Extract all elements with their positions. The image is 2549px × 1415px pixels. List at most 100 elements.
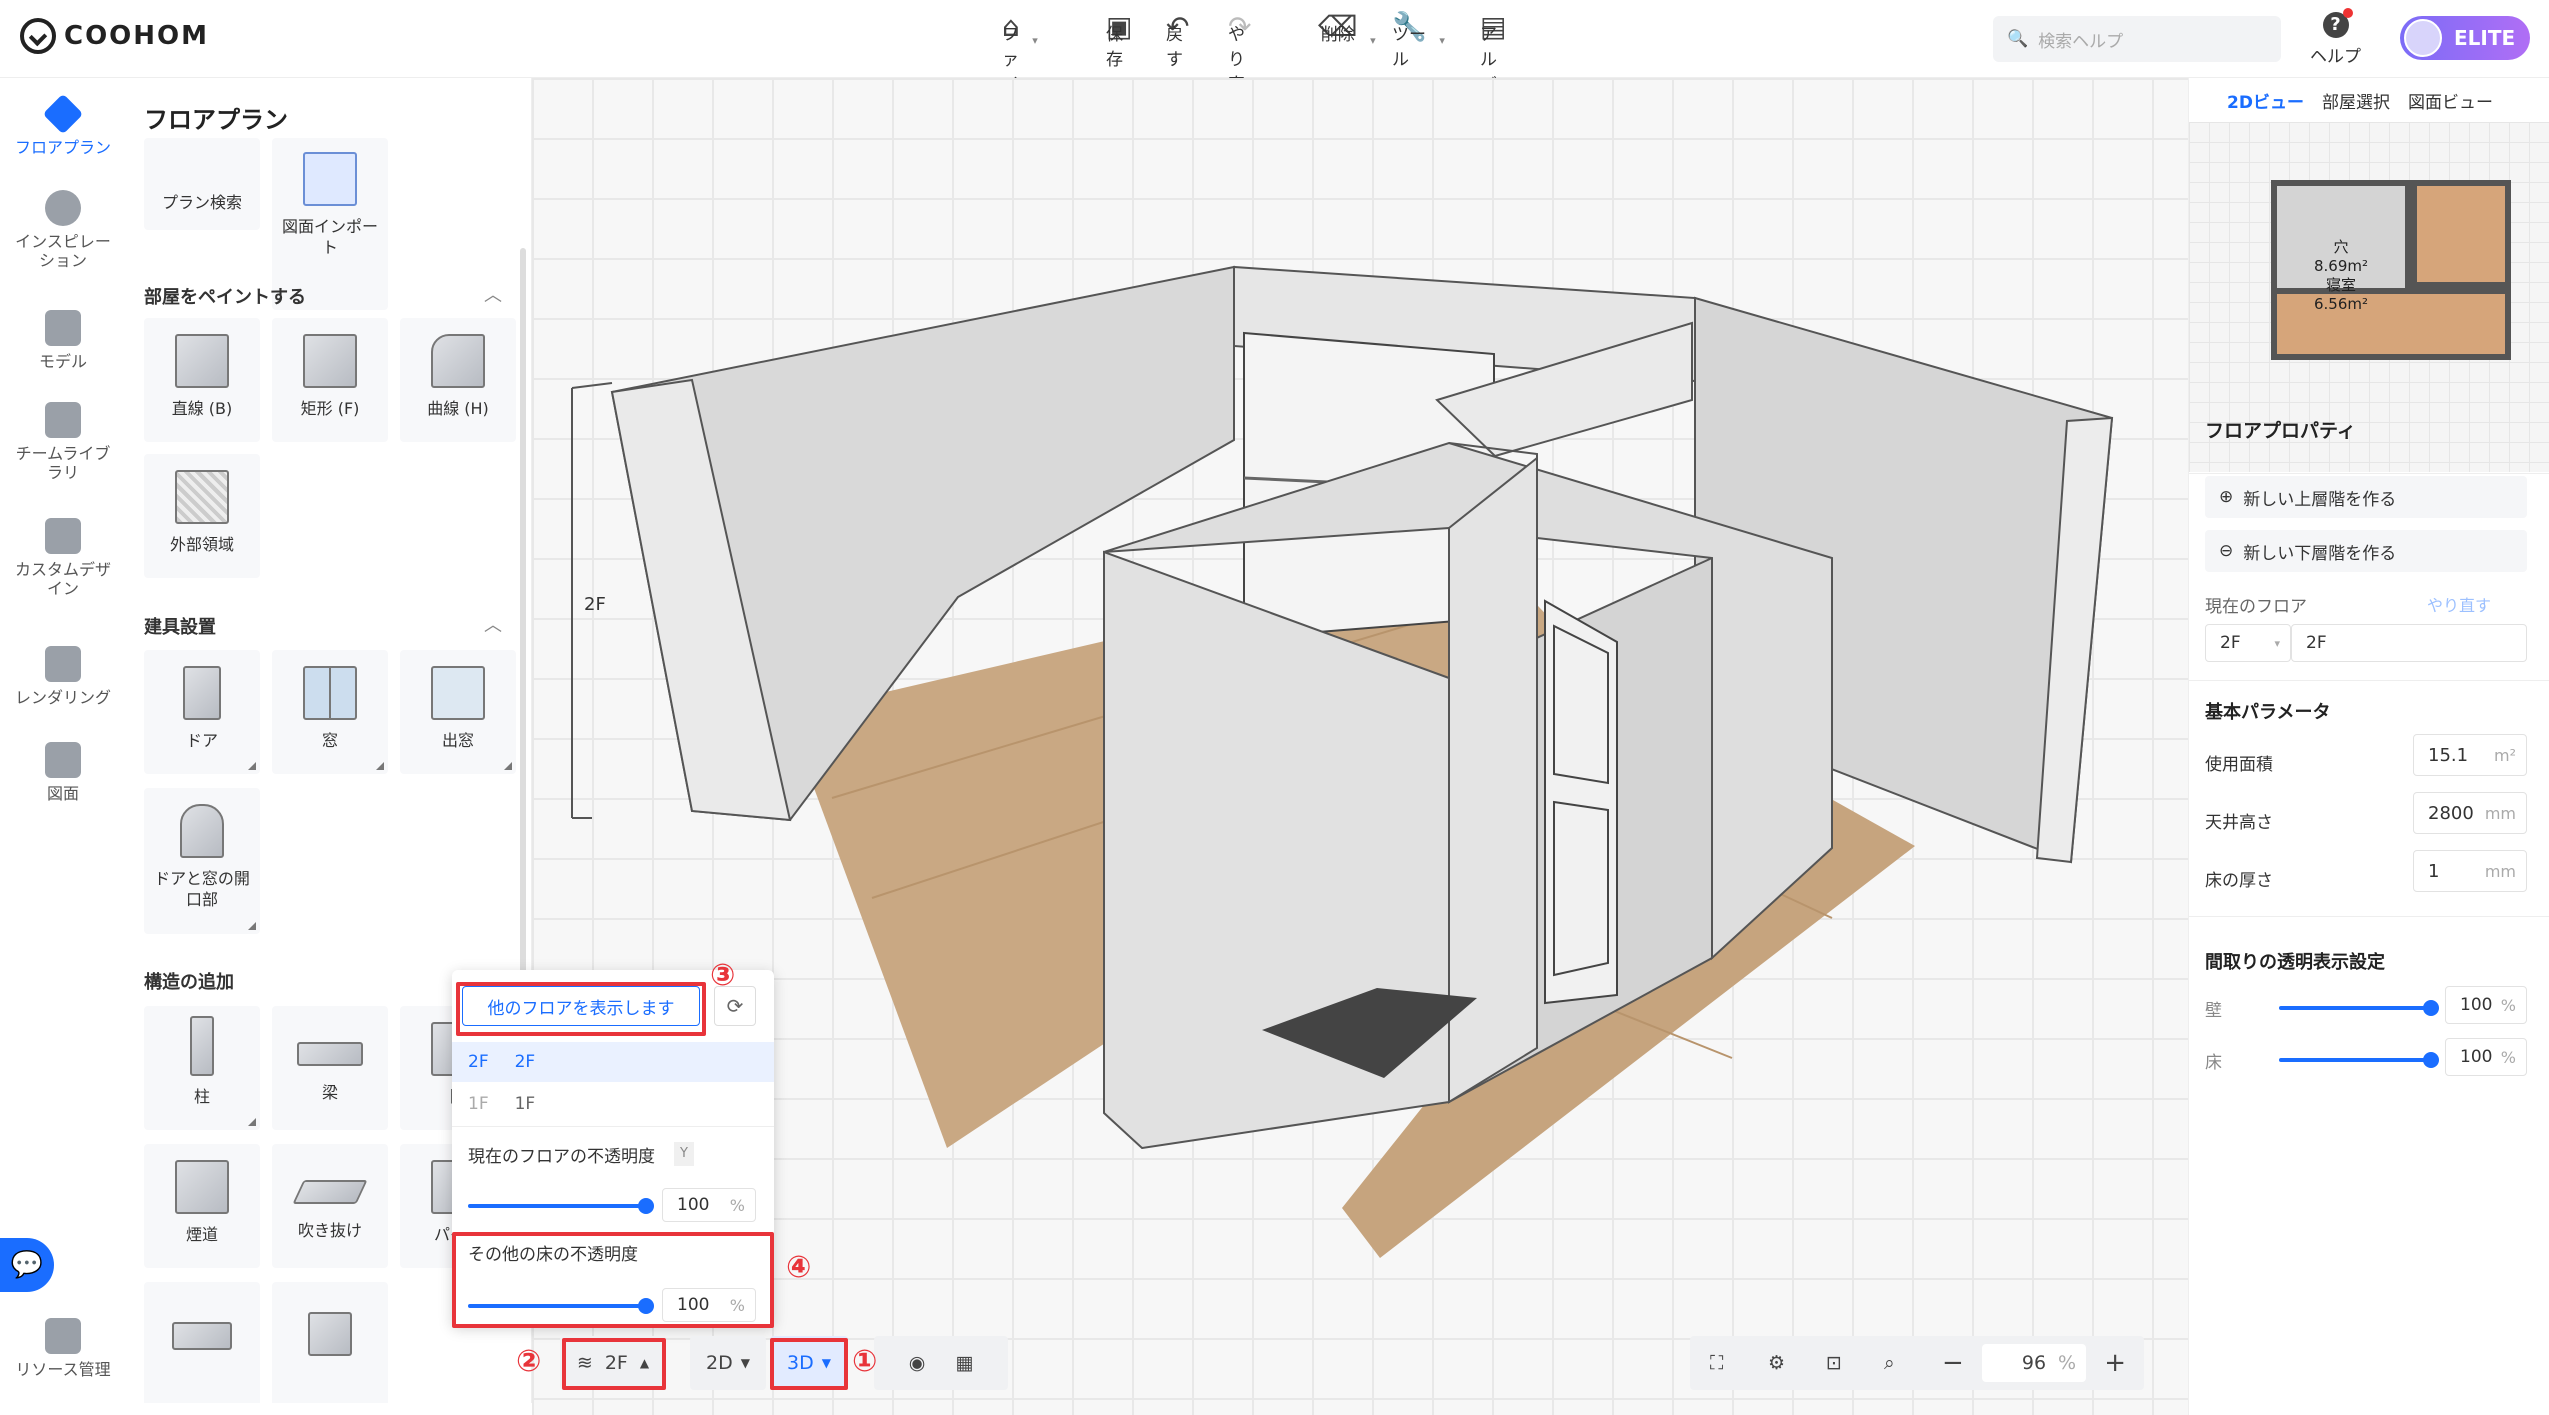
flue-icon: [175, 1160, 229, 1214]
floor-transparency-slider[interactable]: [2279, 1052, 2439, 1068]
nav-resource-management[interactable]: リソース管理: [0, 1318, 126, 1379]
nav-custom-design[interactable]: カスタムデザイン: [0, 518, 126, 598]
zoom-in-icon[interactable]: +: [2086, 1348, 2126, 1378]
usable-area-input[interactable]: 15.1 m²: [2413, 734, 2527, 776]
slider-knob[interactable]: [638, 1198, 654, 1214]
bay-window-card[interactable]: 出窓: [400, 650, 516, 774]
redo-button[interactable]: ↷やり直す: [1228, 12, 1251, 121]
elite-badge: ELITE: [2454, 26, 2516, 50]
curve-tool-card[interactable]: 曲線 (H): [400, 318, 516, 442]
help-icon: ?: [2322, 8, 2353, 38]
floor-thickness-input[interactable]: 1 mm: [2413, 850, 2527, 892]
tab-drawing-view[interactable]: 図面ビュー: [2408, 88, 2493, 113]
extra-card-1[interactable]: [144, 1282, 260, 1403]
extra-card-2[interactable]: [272, 1282, 388, 1403]
current-floor-opacity-slider[interactable]: [468, 1198, 654, 1214]
nav-floorplan[interactable]: フロアプラン: [0, 93, 126, 157]
zoom-level-input[interactable]: 96%: [1982, 1344, 2086, 1382]
logo-text: COOHOM: [64, 21, 210, 51]
settings-view-icon[interactable]: ⚙: [1768, 1352, 1826, 1374]
file-menu-button[interactable]: ⌂ファイル▾: [1002, 12, 1038, 121]
paint-section-title[interactable]: 部屋をペイントする ︿: [144, 283, 502, 309]
save-button[interactable]: ▣ 保存: [1106, 12, 1132, 71]
view-2d-button[interactable]: 2D ▼: [690, 1336, 766, 1390]
chevron-down-icon: ▾: [1370, 34, 1376, 47]
new-upper-floor-button[interactable]: ⊕ 新しい上層階を作る: [2205, 476, 2527, 518]
account-button[interactable]: ELITE: [2400, 16, 2530, 60]
beam-card[interactable]: 梁: [272, 1006, 388, 1130]
floor-select[interactable]: 2F ▾: [2205, 624, 2291, 662]
chat-button[interactable]: 💬: [0, 1238, 54, 1292]
right-panel: 2Dビュー 部屋選択 図面ビュー 穴 8.69m² 寝室 6.56m² フロアプロパテ…: [2188, 78, 2549, 1415]
focus-icon[interactable]: ⊡: [1826, 1352, 1884, 1374]
floor-option-2f[interactable]: 2F 2F: [452, 1042, 774, 1082]
void-card[interactable]: 吹き抜け: [272, 1144, 388, 1268]
camera-icon: [45, 646, 81, 682]
floor-transparency-input[interactable]: 100%: [2445, 1038, 2527, 1076]
coohom-logo[interactable]: COOHOM: [20, 18, 209, 54]
floor-name-input[interactable]: 2F: [2291, 624, 2527, 662]
new-lower-floor-button[interactable]: ⊖ 新しい下層階を作る: [2205, 530, 2527, 572]
panel-title: フロアプロパティ: [2205, 420, 2356, 442]
flue-card[interactable]: 煙道: [144, 1144, 260, 1268]
floor-label: 床: [2205, 1053, 2222, 1073]
outdoor-area-card[interactable]: 外部領域: [144, 454, 260, 578]
wall-transparency-slider[interactable]: [2279, 1000, 2439, 1016]
slider-knob[interactable]: [2423, 1000, 2439, 1016]
help-button[interactable]: ? ヘルプ: [2310, 8, 2361, 67]
plan-search-card[interactable]: プラン検索: [144, 138, 260, 230]
expand-corner-icon: [248, 762, 256, 770]
eye-icon[interactable]: ◉: [909, 1352, 926, 1374]
3d-viewport[interactable]: 2F: [532, 78, 2188, 1415]
view-options-group: ◉ ▦: [874, 1336, 1008, 1390]
wall-transparency-input[interactable]: 100%: [2445, 986, 2527, 1024]
3d-room-render: [571, 265, 2114, 1258]
help-search-input[interactable]: 🔍 検索ヘルプ: [1993, 16, 2281, 62]
column-card[interactable]: 柱: [144, 1006, 260, 1130]
library-scrollbar[interactable]: [520, 248, 526, 1008]
window-card[interactable]: 窓: [272, 650, 388, 774]
current-floor-opacity-input[interactable]: 100%: [662, 1188, 756, 1222]
wall-label: 壁: [2205, 1001, 2222, 1021]
opening-card[interactable]: ドアと窓の開口部: [144, 788, 260, 934]
line-tool-card[interactable]: 直線 (B): [144, 318, 260, 442]
tab-room-select[interactable]: 部屋選択: [2322, 88, 2390, 113]
ceiling-height-input[interactable]: 2800 mm: [2413, 792, 2527, 834]
minimap-labels: 穴 8.69m² 寝室 6.56m²: [2313, 238, 2369, 313]
fit-view-icon[interactable]: ⛶: [1710, 1352, 1768, 1374]
floor-level-tag: 2F: [584, 594, 606, 615]
door-card[interactable]: ドア: [144, 650, 260, 774]
structure-section-title[interactable]: 構造の追加: [144, 968, 234, 994]
zoom-out-icon[interactable]: −: [1942, 1348, 1982, 1378]
shortcut-badge: Y: [674, 1142, 694, 1166]
nav-inspiration[interactable]: インスピレーション: [0, 190, 126, 270]
rect-tool-card[interactable]: 矩形 (F): [272, 318, 388, 442]
bulb-icon: [45, 190, 81, 226]
nav-rendering[interactable]: レンダリング: [0, 646, 126, 707]
redo-link[interactable]: やり直す: [2427, 592, 2491, 616]
floor-option-1f[interactable]: 1F 1F: [452, 1084, 774, 1124]
tools-menu-button[interactable]: 🔧 ツール ▾: [1392, 12, 1445, 71]
nav-model[interactable]: モデル: [0, 310, 126, 371]
openings-section-title[interactable]: 建具設置 ︿: [144, 613, 502, 639]
zoom-search-icon[interactable]: ⌕: [1884, 1352, 1942, 1374]
usable-area-label: 使用面積: [2205, 755, 2273, 775]
undo-button[interactable]: ↶ 戻す: [1166, 12, 1189, 71]
annotation-1: ①: [852, 1344, 878, 1379]
annotation-2: ②: [516, 1344, 542, 1379]
sofa-icon: [45, 310, 81, 346]
basic-params-title[interactable]: 基本パラメータ: [2205, 698, 2330, 724]
cube-icon: [175, 334, 229, 388]
slider-knob[interactable]: [2423, 1052, 2439, 1068]
nav-team-library[interactable]: チームライブラリ: [0, 402, 126, 482]
delete-button[interactable]: ⌫ 削除 ▾: [1318, 12, 1376, 48]
transparency-title[interactable]: 間取りの透明表示設定: [2205, 948, 2385, 974]
cube-view-icon[interactable]: ▦: [955, 1352, 973, 1374]
tab-2d-view[interactable]: 2Dビュー: [2227, 88, 2304, 113]
album-button[interactable]: ▤アルバム: [1480, 12, 1506, 121]
slab-icon: [172, 1322, 232, 1350]
panel-icon: [308, 1312, 352, 1356]
chevron-down-icon: ▼: [740, 1356, 750, 1370]
drawing-icon: [45, 742, 81, 778]
nav-drawing[interactable]: 図面: [0, 742, 126, 803]
